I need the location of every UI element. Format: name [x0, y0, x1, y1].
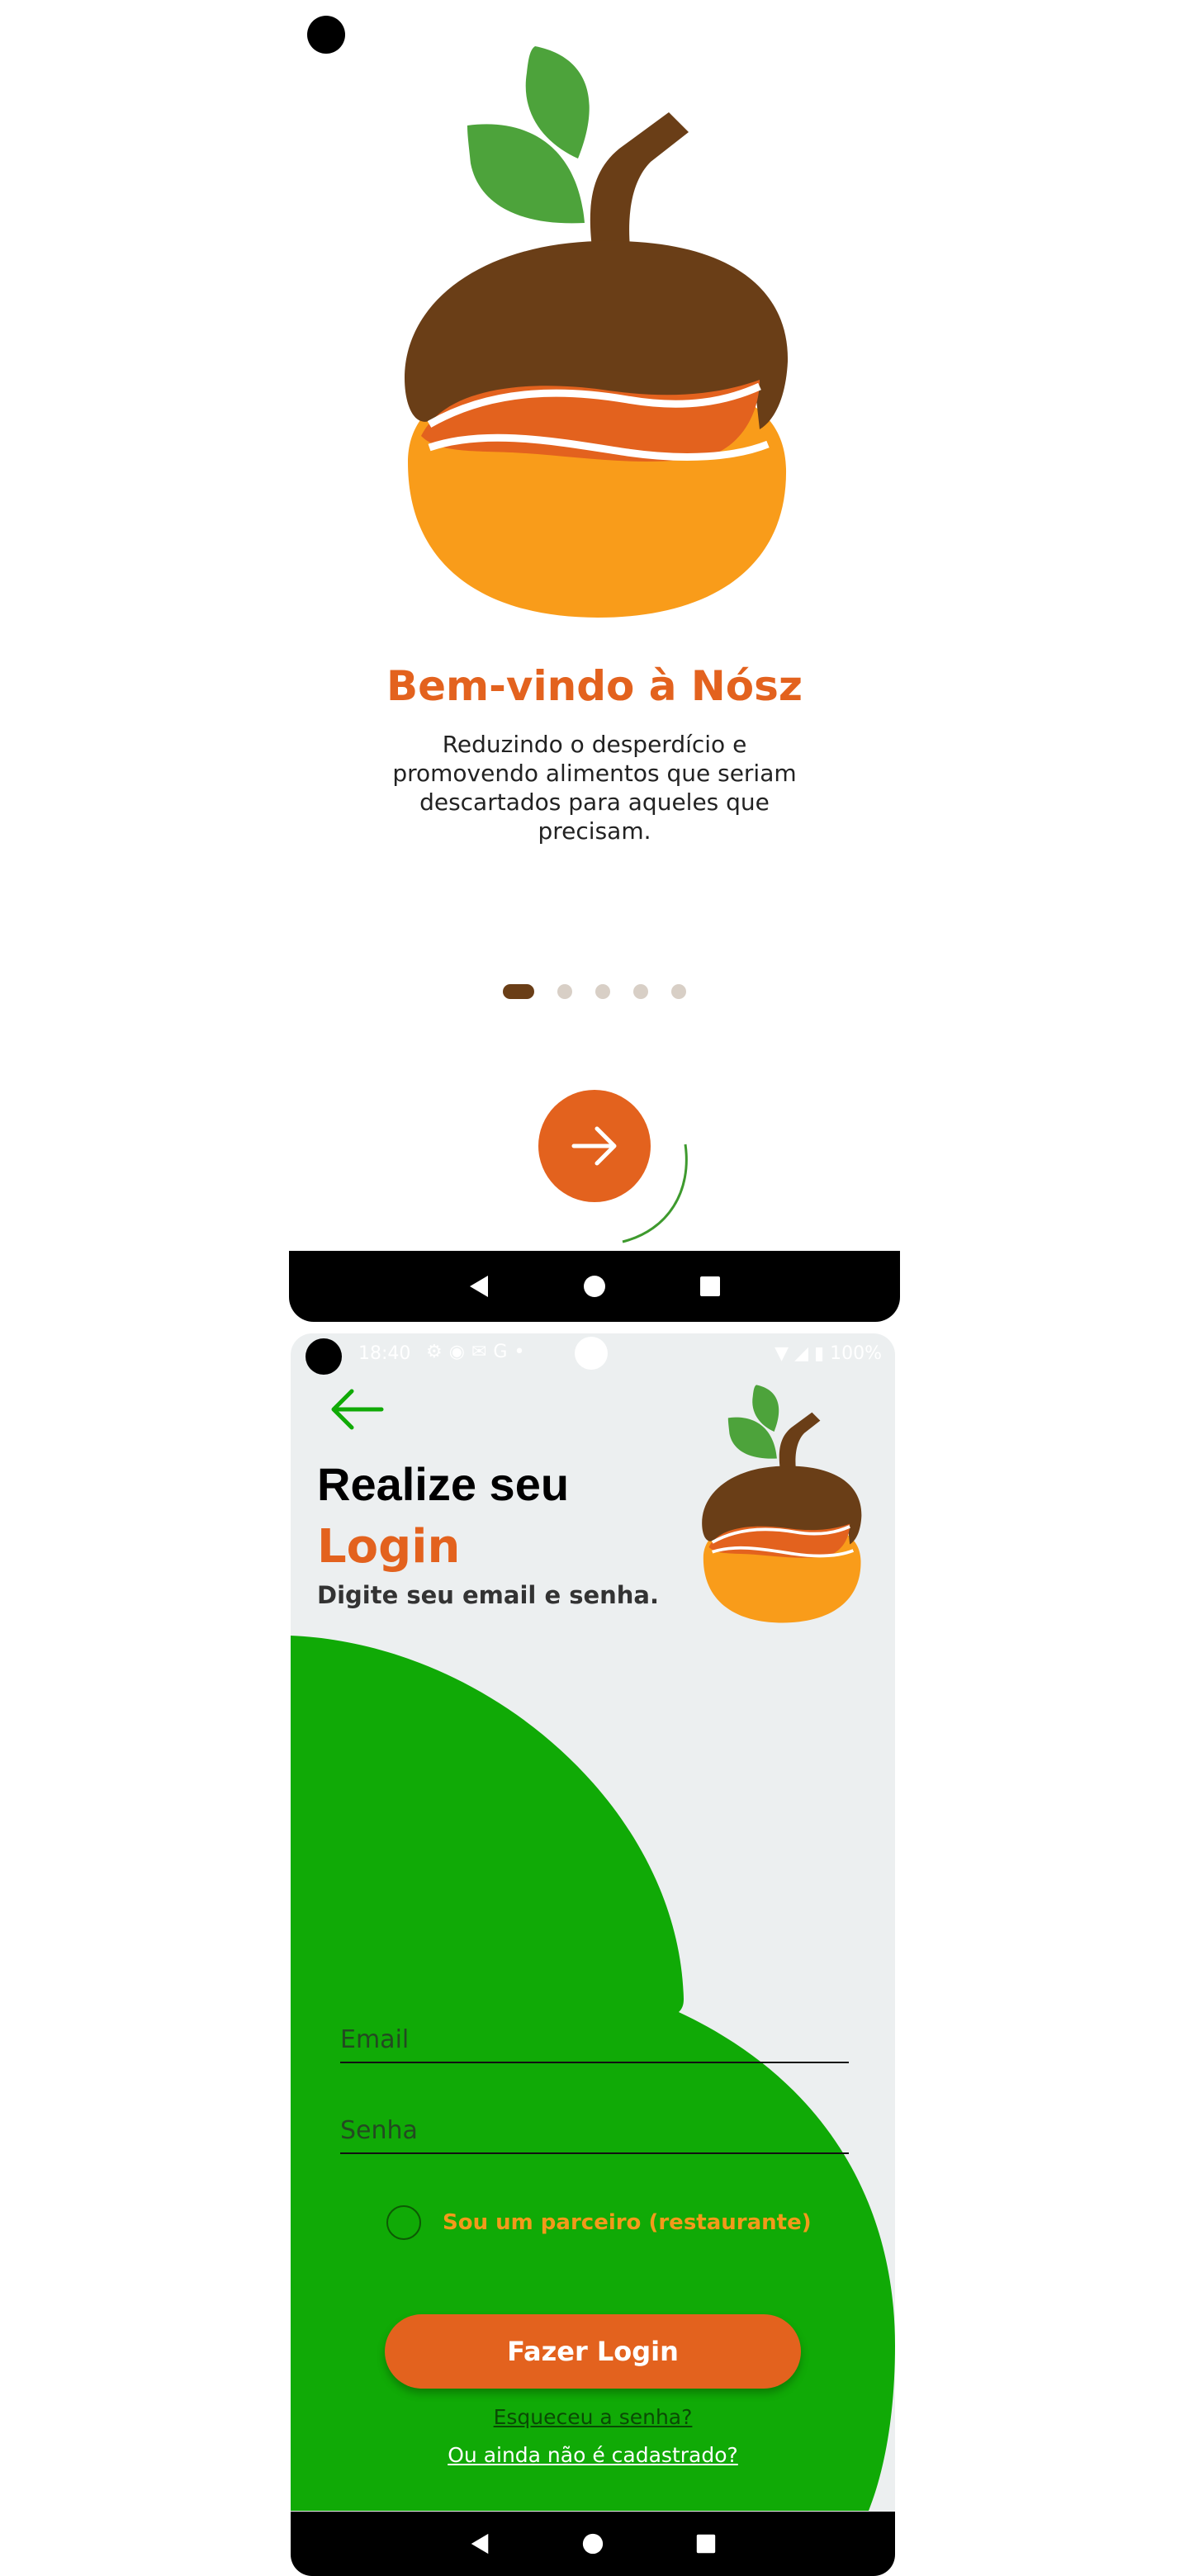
status-indicator	[575, 1337, 608, 1370]
arrow-left-icon	[331, 1389, 384, 1430]
camera-cutout	[307, 16, 345, 54]
page-dot	[557, 984, 572, 999]
welcome-description: Reduzindo o desperdício e promovendo ali…	[392, 731, 797, 845]
battery-percent: 100%	[830, 1343, 882, 1364]
google-icon: G	[493, 1342, 514, 1362]
camera-cutout	[306, 1338, 342, 1375]
battery-icon: ▮	[813, 1343, 825, 1364]
nosz-logo	[405, 46, 789, 618]
login-subtitle: Digite seu email e senha.	[317, 1581, 660, 1609]
page-dot	[595, 984, 610, 999]
password-field[interactable]	[340, 2108, 849, 2154]
wifi-icon: ▼	[775, 1343, 789, 1364]
settings-icon: ⚙	[426, 1342, 449, 1362]
notification-icon: ◉	[448, 1342, 471, 1362]
back-triangle-icon[interactable]	[468, 2532, 491, 2555]
forgot-password-link[interactable]: Esqueceu a senha?	[291, 2405, 895, 2429]
email-input[interactable]	[340, 2017, 849, 2062]
partner-radio[interactable]	[386, 2205, 421, 2240]
partner-option[interactable]: Sou um parceiro (restaurante)	[386, 2205, 812, 2240]
system-navigation-bar	[291, 2512, 895, 2576]
page-indicator	[0, 984, 1189, 999]
signal-icon: ◢	[794, 1343, 808, 1364]
system-status-icons: ▼ ◢ ▮ 100%	[775, 1343, 882, 1364]
home-circle-icon[interactable]	[581, 2532, 604, 2555]
email-field[interactable]	[340, 2017, 849, 2063]
system-navigation-bar	[289, 1251, 900, 1322]
back-triangle-icon[interactable]	[467, 1274, 491, 1299]
page-dot	[671, 984, 686, 999]
nosz-logo	[702, 1385, 862, 1623]
back-button[interactable]	[329, 1385, 386, 1434]
login-title-highlight: Login	[317, 1520, 461, 1574]
notification-icons: ⚙◉✉G•	[426, 1342, 531, 1362]
page-dot	[633, 984, 648, 999]
progress-arc	[622, 1144, 688, 1243]
status-bar: 18:40 ⚙◉✉G• ▼ ◢ ▮ 100%	[291, 1333, 895, 1375]
recents-square-icon[interactable]	[694, 2532, 718, 2555]
login-screen: 18:40 ⚙◉✉G• ▼ ◢ ▮ 100% Realize seu Login…	[291, 1333, 895, 2512]
home-circle-icon[interactable]	[582, 1274, 607, 1299]
welcome-title: Bem-vindo à Nósz	[386, 662, 803, 710]
mail-icon: ✉	[471, 1342, 494, 1362]
partner-label: Sou um parceiro (restaurante)	[443, 2210, 812, 2235]
status-time: 18:40	[358, 1343, 411, 1364]
login-button[interactable]: Fazer Login	[385, 2314, 801, 2389]
page-dot-active	[503, 984, 534, 999]
login-title: Realize seu	[317, 1458, 570, 1510]
recents-square-icon[interactable]	[698, 1274, 722, 1299]
password-input[interactable]	[340, 2108, 849, 2152]
register-link[interactable]: Ou ainda não é cadastrado?	[291, 2443, 895, 2467]
dot-icon: •	[514, 1342, 532, 1362]
welcome-screen: Bem-vindo à Nósz Reduzindo o desperdício…	[0, 0, 1189, 1329]
